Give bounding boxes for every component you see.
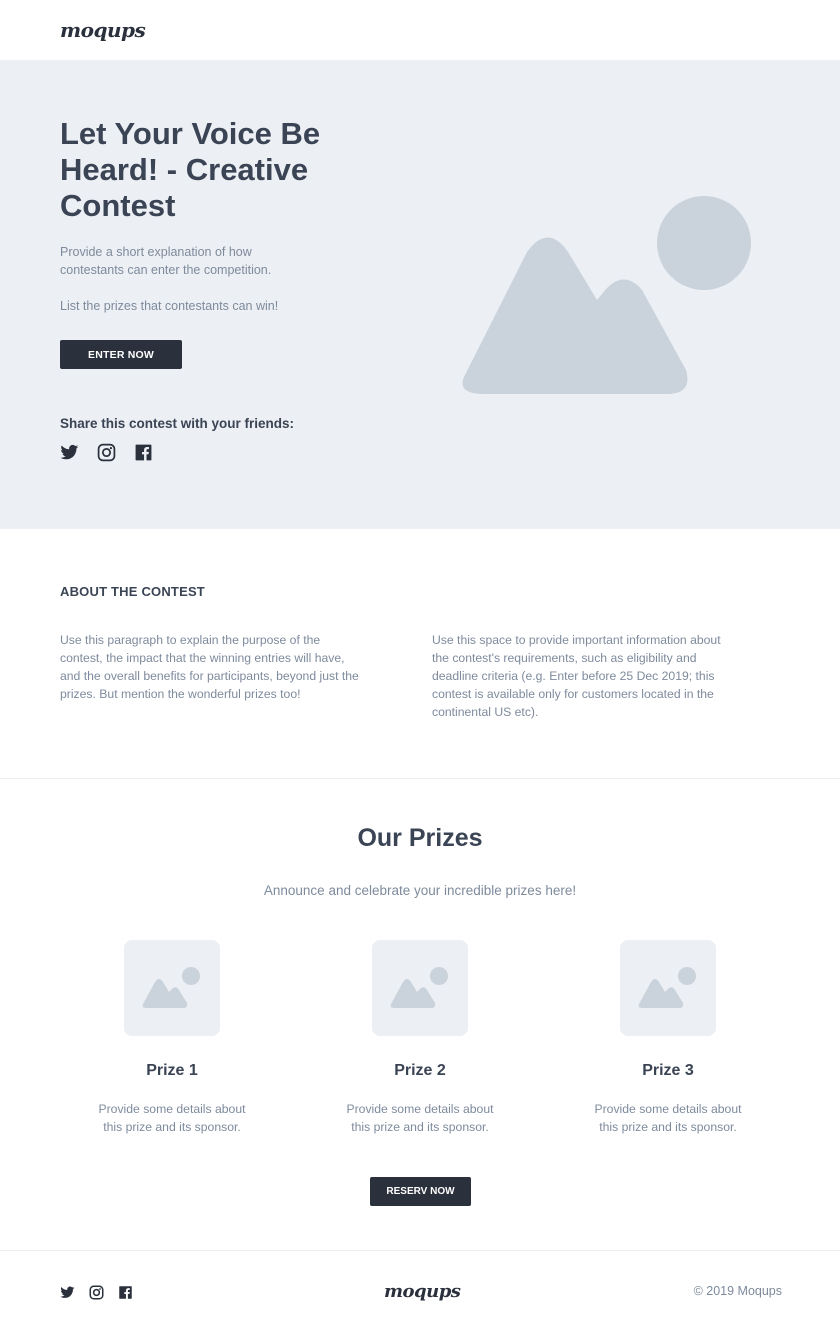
about-title: ABOUT THE CONTEST bbox=[60, 584, 205, 599]
prize-name: Prize 2 bbox=[394, 1062, 446, 1079]
instagram-icon[interactable] bbox=[89, 1285, 104, 1300]
footer-moqups-logo[interactable]: moqups bbox=[384, 1281, 461, 1302]
hero-description: Provide a short explanation of how conte… bbox=[60, 245, 272, 277]
prize-name: Prize 1 bbox=[146, 1062, 198, 1079]
prizes-section: Our Prizes Announce and celebrate your i… bbox=[0, 780, 840, 1250]
about-paragraph-requirements: Use this space to provide important info… bbox=[432, 633, 721, 719]
prize-card: Prize 3 Provide some details about this … bbox=[568, 940, 768, 1136]
prize-description: Provide some details about this prize an… bbox=[346, 1102, 494, 1134]
copyright-text: © 2019 Moqups bbox=[693, 1284, 782, 1298]
prize-image-placeholder bbox=[372, 940, 468, 1036]
facebook-icon[interactable] bbox=[134, 443, 153, 462]
top-bar: moqups bbox=[0, 0, 840, 60]
prize-image-placeholder bbox=[620, 940, 716, 1036]
about-section: ABOUT THE CONTEST Use this paragraph to … bbox=[0, 529, 840, 779]
hero-section: Let Your Voice Be Heard! - Creative Cont… bbox=[0, 60, 840, 529]
hero-image-placeholder bbox=[455, 190, 755, 405]
prize-description: Provide some details about this prize an… bbox=[98, 1102, 246, 1134]
twitter-icon[interactable] bbox=[60, 443, 79, 462]
about-paragraph-purpose: Use this paragraph to explain the purpos… bbox=[60, 633, 359, 701]
footer-social-links bbox=[60, 1285, 133, 1300]
share-label: Share this contest with your friends: bbox=[60, 416, 295, 431]
page-title: Let Your Voice Be Heard! - Creative Cont… bbox=[60, 116, 321, 223]
prize-card: Prize 1 Provide some details about this … bbox=[72, 940, 272, 1136]
prizes-title: Our Prizes bbox=[357, 824, 483, 852]
instagram-icon[interactable] bbox=[97, 443, 116, 462]
prize-image-placeholder bbox=[124, 940, 220, 1036]
enter-now-button[interactable]: ENTER NOW bbox=[60, 340, 182, 369]
moqups-logo[interactable]: moqups bbox=[60, 18, 146, 42]
prize-card: Prize 2 Provide some details about this … bbox=[320, 940, 520, 1136]
footer: moqups © 2019 Moqups bbox=[0, 1250, 840, 1324]
prize-description: Provide some details about this prize an… bbox=[594, 1102, 742, 1134]
twitter-icon[interactable] bbox=[60, 1285, 75, 1300]
prize-name: Prize 3 bbox=[642, 1062, 694, 1079]
reserve-now-button[interactable]: RESERV NOW bbox=[370, 1177, 471, 1206]
hero-social-links bbox=[60, 443, 153, 462]
prizes-subtitle: Announce and celebrate your incredible p… bbox=[263, 883, 577, 898]
facebook-icon[interactable] bbox=[118, 1285, 133, 1300]
hero-prizes-text: List the prizes that contestants can win… bbox=[60, 299, 279, 313]
